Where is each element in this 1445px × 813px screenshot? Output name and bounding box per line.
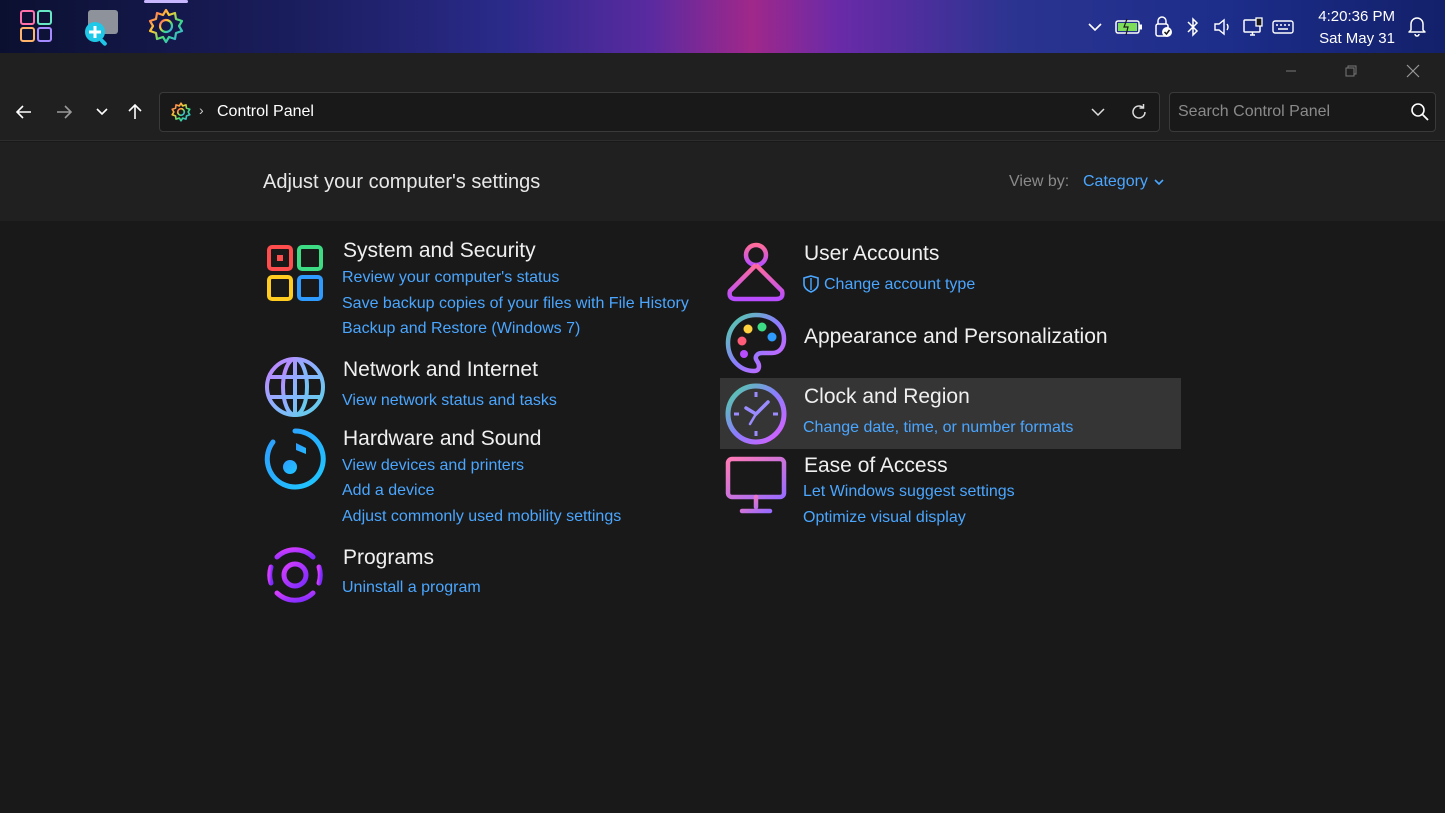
link-uninstall-program[interactable]: Uninstall a program bbox=[342, 579, 481, 597]
category-network-title[interactable]: Network and Internet bbox=[343, 358, 538, 382]
link-add-device[interactable]: Add a device bbox=[342, 482, 435, 500]
category-system-security-title[interactable]: System and Security bbox=[343, 239, 536, 263]
window-titlebar bbox=[0, 53, 1445, 89]
category-clock-region-title[interactable]: Clock and Region bbox=[804, 385, 970, 409]
link-windows-suggest-settings[interactable]: Let Windows suggest settings bbox=[803, 483, 1015, 501]
page-title: Adjust your computer's settings bbox=[263, 171, 541, 193]
breadcrumb-control-panel[interactable]: Control Panel bbox=[217, 103, 314, 121]
link-mobility-settings[interactable]: Adjust commonly used mobility settings bbox=[342, 508, 621, 526]
address-dropdown-button[interactable] bbox=[1087, 100, 1109, 124]
globe-icon[interactable] bbox=[263, 355, 327, 419]
close-button[interactable] bbox=[1390, 53, 1436, 89]
category-ease-of-access-title[interactable]: Ease of Access bbox=[804, 454, 948, 478]
search-box[interactable] bbox=[1169, 92, 1436, 132]
category-user-accounts-title[interactable]: User Accounts bbox=[804, 242, 939, 266]
minimize-button[interactable] bbox=[1268, 53, 1314, 89]
taskbar-clock[interactable]: 4:20:36 PM Sat May 31 bbox=[1318, 6, 1395, 50]
system-tray bbox=[1080, 0, 1298, 53]
clock-icon[interactable] bbox=[724, 382, 788, 446]
link-file-history[interactable]: Save backup copies of your files with Fi… bbox=[342, 295, 689, 313]
link-backup-restore[interactable]: Backup and Restore (Windows 7) bbox=[342, 320, 580, 338]
programs-icon[interactable] bbox=[263, 543, 327, 607]
recent-locations-button[interactable] bbox=[87, 96, 117, 128]
link-review-status[interactable]: Review your computer's status bbox=[342, 269, 559, 287]
search-input[interactable] bbox=[1178, 101, 1403, 123]
clock-date: Sat May 31 bbox=[1319, 30, 1395, 47]
chevron-down-icon[interactable] bbox=[1153, 175, 1165, 187]
notification-bell-icon[interactable] bbox=[1402, 11, 1432, 41]
battery-icon[interactable] bbox=[1110, 12, 1148, 42]
breadcrumb-chevron-icon[interactable]: › bbox=[199, 102, 204, 118]
category-hardware-title[interactable]: Hardware and Sound bbox=[343, 427, 541, 451]
chevron-up-icon[interactable] bbox=[1080, 12, 1110, 42]
music-note-icon[interactable] bbox=[263, 427, 327, 491]
link-optimize-visual-display[interactable]: Optimize visual display bbox=[803, 509, 966, 527]
link-change-account-type[interactable]: Change account type bbox=[824, 276, 975, 294]
magnifier-app-icon[interactable] bbox=[80, 4, 124, 48]
link-devices-printers[interactable]: View devices and printers bbox=[342, 457, 524, 475]
start-icon[interactable] bbox=[14, 4, 58, 48]
volume-icon[interactable] bbox=[1208, 12, 1238, 42]
uac-shield-icon bbox=[803, 275, 819, 293]
link-date-time-formats[interactable]: Change date, time, or number formats bbox=[803, 419, 1073, 437]
header-band bbox=[0, 142, 1445, 221]
monitor-icon[interactable] bbox=[724, 453, 788, 517]
control-panel-icon bbox=[170, 101, 192, 123]
search-icon[interactable] bbox=[1409, 101, 1431, 123]
palette-icon[interactable] bbox=[724, 311, 788, 375]
system-security-icon[interactable] bbox=[263, 241, 327, 305]
refresh-button[interactable] bbox=[1127, 100, 1151, 124]
category-appearance-title[interactable]: Appearance and Personalization bbox=[804, 325, 1108, 349]
view-by-label: View by: bbox=[1009, 173, 1070, 190]
bluetooth-icon[interactable] bbox=[1178, 12, 1208, 42]
view-by-dropdown[interactable]: Category bbox=[1083, 173, 1148, 191]
restore-button[interactable] bbox=[1328, 53, 1374, 89]
up-button[interactable] bbox=[120, 96, 150, 128]
display-icon[interactable] bbox=[1238, 12, 1268, 42]
forward-button[interactable] bbox=[49, 96, 79, 128]
security-icon[interactable] bbox=[1148, 12, 1178, 42]
category-programs-title[interactable]: Programs bbox=[343, 546, 434, 570]
keyboard-icon[interactable] bbox=[1268, 12, 1298, 42]
back-button[interactable] bbox=[9, 96, 39, 128]
link-network-status[interactable]: View network status and tasks bbox=[342, 392, 557, 410]
clock-time: 4:20:36 PM bbox=[1318, 8, 1395, 25]
settings-app-icon[interactable] bbox=[144, 4, 188, 48]
user-icon[interactable] bbox=[724, 241, 788, 305]
active-app-indicator bbox=[144, 0, 188, 3]
